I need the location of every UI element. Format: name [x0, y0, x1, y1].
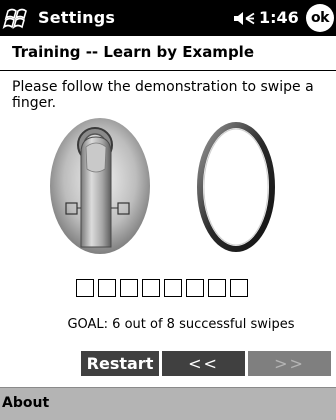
- swipe-slot: [142, 279, 160, 297]
- goal-text: GOAL: 6 out of 8 successful swipes: [67, 317, 295, 332]
- swipe-slot: [164, 279, 182, 297]
- menu-bar: About: [0, 387, 336, 420]
- swipe-slot: [208, 279, 226, 297]
- device-screen: Settings 1:46 ok Training -- Learn by Ex…: [0, 0, 336, 420]
- sensor-ring-image: [197, 122, 275, 252]
- speaker-volume-icon[interactable]: [233, 10, 255, 27]
- clock[interactable]: 1:46: [259, 8, 299, 27]
- windows-flag-icon[interactable]: [2, 3, 34, 33]
- about-menu-item[interactable]: About: [2, 395, 49, 411]
- restart-button[interactable]: Restart: [81, 351, 159, 376]
- ok-button[interactable]: ok: [306, 4, 334, 32]
- swipe-progress-slots: [76, 279, 248, 299]
- swipe-slot: [186, 279, 204, 297]
- swipe-slot: [76, 279, 94, 297]
- swipe-slot: [120, 279, 138, 297]
- app-title: Settings: [38, 8, 116, 27]
- finger-on-sensor-image: [50, 118, 150, 254]
- forward-button[interactable]: >>: [248, 351, 331, 376]
- page-header: Training -- Learn by Example: [0, 36, 336, 71]
- swipe-slot: [230, 279, 248, 297]
- swipe-slot: [98, 279, 116, 297]
- title-bar: Settings 1:46 ok: [0, 0, 336, 36]
- instructions-text: Please follow the demonstration to swipe…: [12, 79, 314, 111]
- back-button[interactable]: <<: [162, 351, 245, 376]
- page-title: Training -- Learn by Example: [12, 43, 254, 61]
